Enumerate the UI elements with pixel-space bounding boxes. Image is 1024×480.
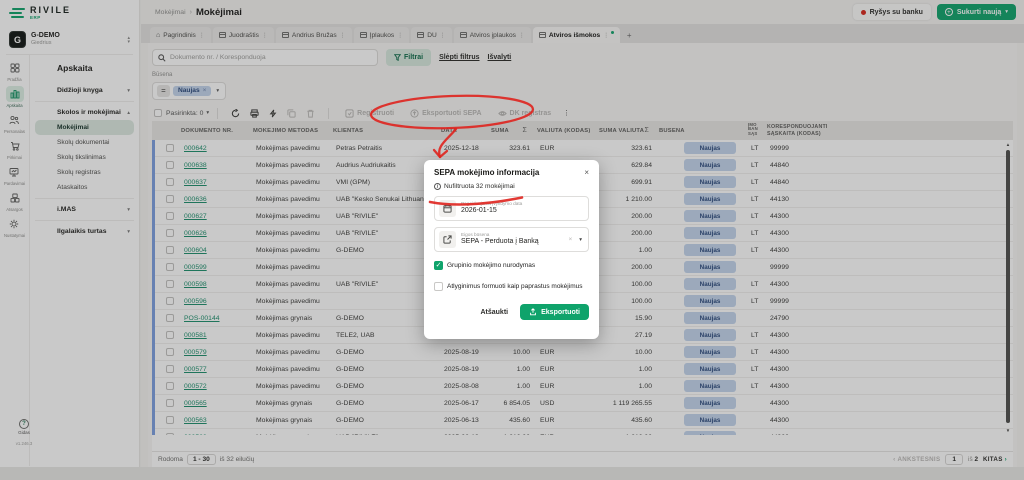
execution-date-field[interactable]: Pageidaujama įvykdymo data 2026-01-15 bbox=[434, 196, 589, 221]
cancel-button[interactable]: Atšaukti bbox=[480, 309, 508, 316]
clear-select-icon[interactable]: × bbox=[568, 236, 572, 243]
sepa-export-modal: SEPA mokėjimo informacija × i Nufiltruot… bbox=[424, 160, 599, 339]
external-link-icon bbox=[439, 231, 456, 248]
app-window: RIVILE ERP G G-DEMO Giedrius ▴▾ PradžiaA… bbox=[0, 0, 1024, 480]
filtered-info: i Nufiltruota 32 mokėjimai bbox=[434, 183, 589, 190]
modal-title: SEPA mokėjimo informacija bbox=[434, 168, 539, 177]
status-field-value: SEPA - Perduota į Banką bbox=[461, 238, 563, 246]
group-payment-checkbox[interactable]: ✓ Grupinio mokėjimo nurodymas bbox=[434, 261, 589, 270]
date-field-value: 2026-01-15 bbox=[461, 207, 584, 215]
unchecked-checkbox-icon bbox=[434, 282, 443, 291]
export-icon bbox=[529, 308, 537, 316]
status-select-field[interactable]: Eigos būsena SEPA - Perduota į Banką × ▾ bbox=[434, 227, 589, 252]
salary-checkbox[interactable]: Atlyginimus formuoti kaip paprastus mokė… bbox=[434, 282, 589, 291]
modal-close-icon[interactable]: × bbox=[584, 168, 589, 177]
calendar-icon bbox=[439, 200, 456, 217]
export-button[interactable]: Eksportuoti bbox=[520, 304, 589, 320]
chevron-down-icon[interactable]: ▾ bbox=[579, 237, 582, 243]
info-icon: i bbox=[434, 183, 441, 190]
checked-checkbox-icon: ✓ bbox=[434, 261, 443, 270]
